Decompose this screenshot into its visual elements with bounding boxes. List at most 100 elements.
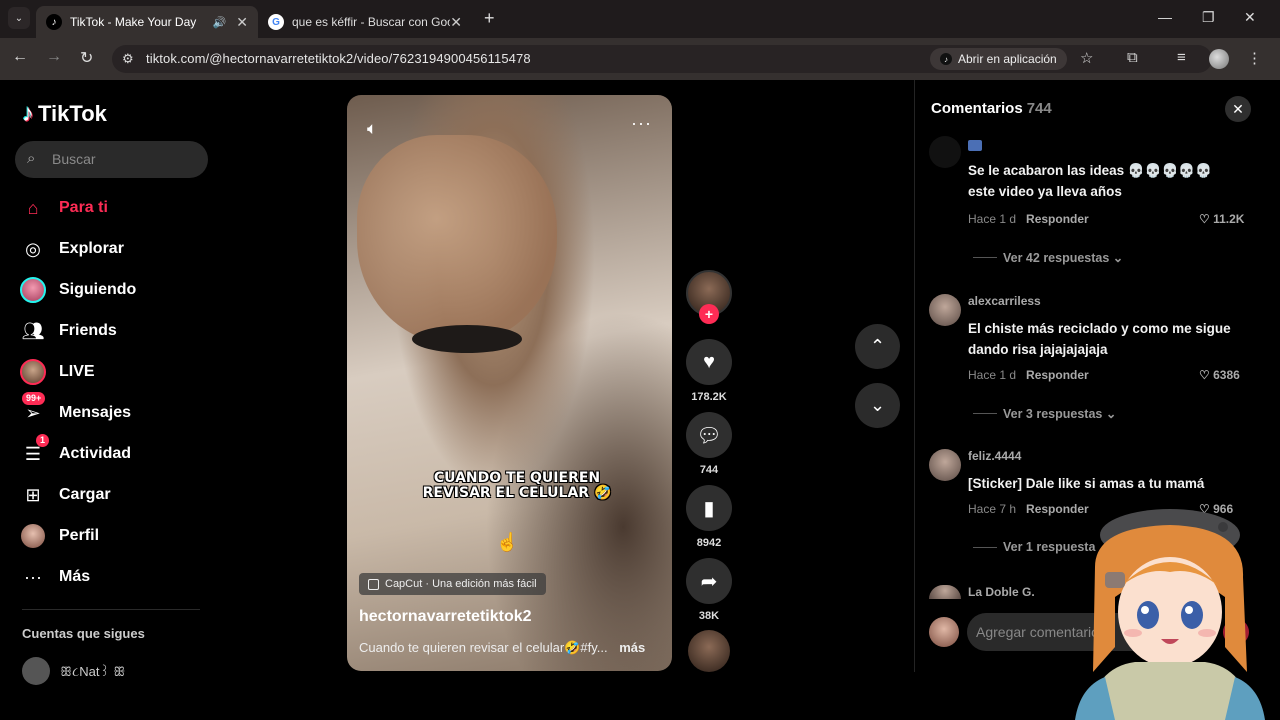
activity-icon: ☰ 1 <box>20 434 50 467</box>
view-replies-label: Ver 3 respuestas <box>1003 406 1103 421</box>
tab-search-button[interactable]: ⌄ <box>8 7 30 29</box>
sidebar-item-label: Perfil <box>59 527 100 544</box>
video-player[interactable]: 🔈︎ ··· CUANDO TE QUIEREN REVISAR EL CELU… <box>347 95 672 671</box>
sound-avatar[interactable] <box>688 630 730 672</box>
following-accounts-title: Cuentas que sigues <box>22 626 145 641</box>
browser-profile-avatar[interactable] <box>1209 49 1229 69</box>
comment-username[interactable]: alexcarriless <box>968 294 1041 308</box>
comment-username[interactable]: La Doble G. <box>968 585 1035 599</box>
browser-menu-icon[interactable]: ⋮ <box>1247 49 1262 67</box>
avatar[interactable] <box>929 585 961 599</box>
compass-icon: ◎ <box>25 238 41 259</box>
minimize-icon[interactable]: — <box>1158 9 1172 25</box>
tiktok-icon: ♪ <box>940 53 952 65</box>
url-text[interactable]: tiktok.com/@hectornavarretetiktok2/video… <box>146 51 531 66</box>
video-description: Cuando te quieren revisar el celular🤣#fy… <box>359 640 645 656</box>
next-video-button[interactable]: ⌄ <box>855 383 900 428</box>
sidebar-item-mensajes[interactable]: ➢ 99+ Mensajes <box>20 392 131 429</box>
comment-like-count: 11.2K <box>1213 212 1245 226</box>
sidebar-item-live[interactable]: LIVE <box>20 356 95 388</box>
sidebar-item-label: LIVE <box>59 363 95 380</box>
restore-icon[interactable]: ❐ <box>1202 9 1215 26</box>
tab-close-icon[interactable]: ✕ <box>236 14 248 31</box>
flag-icon <box>968 140 982 151</box>
google-favicon-icon: G <box>268 14 284 30</box>
tab-google[interactable]: G que es kéffir - Buscar con Goog ✕ <box>258 6 472 38</box>
video-more-icon[interactable]: ··· <box>631 113 652 134</box>
avatar[interactable] <box>929 449 961 481</box>
tiktok-logo[interactable]: ♪ TikTok <box>22 100 107 128</box>
upload-icon: ⊞ <box>25 484 41 505</box>
sidebar-item-cargar[interactable]: ⊞ Cargar <box>20 479 110 511</box>
following-account-item[interactable]: ꕥ૮Nat꒱ ꕥ <box>22 657 125 685</box>
video-more-link[interactable]: más <box>619 640 645 655</box>
media-control-icon[interactable]: ≡ <box>1177 49 1186 66</box>
share-count: 38K <box>698 610 720 622</box>
reply-button[interactable]: Responder <box>1026 368 1089 382</box>
sidebar-item-label: Más <box>59 568 91 585</box>
share-icon[interactable]: ➦ <box>686 558 732 604</box>
sidebar-item-para-ti[interactable]: ⌂ Para ti <box>20 192 108 224</box>
comment-meta: Hace 1 d Responder <box>968 368 1089 382</box>
heart-icon[interactable]: ♥ <box>686 339 732 385</box>
search-placeholder: Buscar <box>52 151 96 167</box>
save-action[interactable]: ▮ 8942 <box>686 485 732 549</box>
sidebar-item-actividad[interactable]: ☰ 1 Actividad <box>20 434 131 470</box>
sidebar-item-label: Explorar <box>59 240 124 257</box>
tab-tiktok[interactable]: ♪ TikTok - Make Your Day 🔊 ✕ <box>36 6 258 38</box>
search-input[interactable]: ⌕ Buscar <box>15 141 208 178</box>
sidebar-item-perfil[interactable]: Perfil <box>20 520 99 552</box>
sidebar-item-mas[interactable]: ··· Más <box>20 561 90 593</box>
follow-plus-icon[interactable]: + <box>699 304 719 324</box>
right-blush <box>1198 629 1216 637</box>
comments-count: 744 <box>1026 100 1052 117</box>
new-tab-icon[interactable]: + <box>484 8 495 29</box>
comment-likes[interactable]: ♡ 11.2K <box>1199 212 1244 226</box>
bookmark-star-icon[interactable]: ☆ <box>1080 49 1093 67</box>
view-replies-button[interactable]: Ver 42 respuestas ⌄ <box>973 250 1123 265</box>
video-bowl-base <box>412 325 522 353</box>
sidebar-item-friends[interactable]: 👥︎ Friends <box>20 315 117 347</box>
tab-close-icon[interactable]: ✕ <box>450 14 462 31</box>
comment-meta: Hace 1 d Responder <box>968 212 1089 226</box>
profile-avatar-icon <box>20 523 46 549</box>
previous-video-button[interactable]: ⌃ <box>855 324 900 369</box>
left-blush <box>1124 629 1142 637</box>
capcut-label: CapCut · Una edición más fácil <box>385 578 537 590</box>
sidebar-item-explorar[interactable]: ◎ Explorar <box>20 233 124 265</box>
window-close-icon[interactable]: ✕ <box>1244 9 1256 26</box>
comment-username[interactable]: feliz.4444 <box>968 449 1021 463</box>
back-icon[interactable]: ← <box>12 48 28 66</box>
forward-icon[interactable]: → <box>46 48 62 66</box>
tiktok-favicon-icon: ♪ <box>46 14 62 30</box>
avatar[interactable] <box>929 136 961 168</box>
comment-icon[interactable]: 💬︎ <box>686 412 732 458</box>
site-info-icon[interactable]: ⚙ <box>122 51 134 67</box>
comment-count: 744 <box>699 464 719 476</box>
replies-line <box>973 257 997 258</box>
like-action[interactable]: ♥ 178.2K <box>686 339 732 403</box>
extensions-icon[interactable]: ⧉ <box>1127 49 1138 66</box>
reply-button[interactable]: Responder <box>1026 212 1089 226</box>
left-eye <box>1137 601 1159 629</box>
reload-icon[interactable]: ↻ <box>80 48 93 68</box>
messages-icon: ➢ 99+ <box>20 392 46 426</box>
comment-likes[interactable]: ♡ 6386 <box>1199 368 1240 382</box>
tab-audio-icon[interactable]: 🔊 <box>213 16 227 29</box>
share-action[interactable]: ➦ 38K <box>686 558 732 622</box>
comment-text: [Sticker] Dale like si amas a tu mamá <box>968 476 1205 491</box>
bookmark-icon[interactable]: ▮ <box>686 485 732 531</box>
current-user-avatar <box>929 617 959 647</box>
comment-action[interactable]: 💬︎ 744 <box>686 412 732 476</box>
video-author[interactable]: hectornavarretetiktok2 <box>359 608 532 626</box>
view-replies-button[interactable]: Ver 3 respuestas ⌄ <box>973 406 1116 421</box>
close-comments-icon[interactable]: ✕ <box>1225 96 1251 122</box>
sidebar-item-label: Siguiendo <box>59 281 137 298</box>
sidebar-item-siguiendo[interactable]: Siguiendo <box>20 274 136 306</box>
open-in-app-button[interactable]: ♪ Abrir en aplicación <box>930 48 1067 70</box>
capcut-tag[interactable]: CapCut · Una edición más fácil <box>359 573 546 595</box>
avatar[interactable] <box>929 294 961 326</box>
mouse-cursor-icon: ☝ <box>496 532 519 552</box>
comments-title-text: Comentarios <box>931 100 1023 117</box>
volume-icon[interactable]: 🔈︎ <box>367 119 377 139</box>
